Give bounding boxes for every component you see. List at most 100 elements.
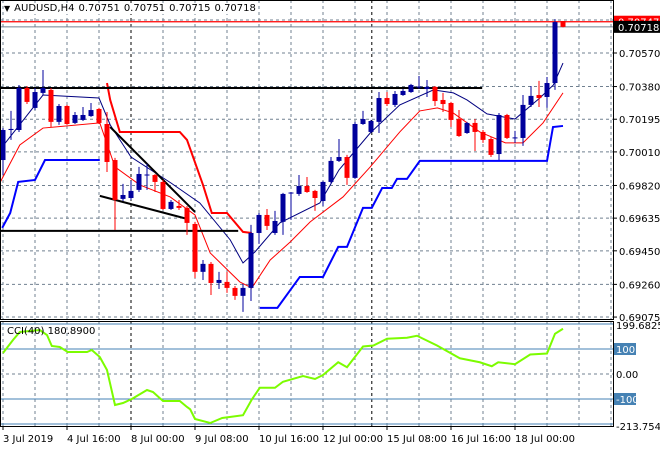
price-tick-label: 0.70570 <box>619 49 660 60</box>
candle <box>48 87 54 127</box>
time-tick-label: 3 Jul 2019 <box>3 434 53 445</box>
candle-body <box>56 105 62 122</box>
candle-body <box>528 95 534 105</box>
candle <box>216 271 222 289</box>
high-value: 0.70751 <box>123 3 166 14</box>
cci-line <box>2 327 564 425</box>
channel-upper-line <box>106 82 252 234</box>
candle <box>88 102 94 117</box>
candle-body <box>248 232 254 288</box>
candle <box>344 154 350 185</box>
candle-body <box>440 99 446 105</box>
candle-body <box>448 102 454 120</box>
price-tick-label: 0.69450 <box>619 247 660 258</box>
bid-price-label: 0.70718 <box>618 23 659 34</box>
price-tick-label: 0.69260 <box>619 280 660 291</box>
candle <box>152 173 158 193</box>
candle-body <box>424 86 430 90</box>
candle <box>544 77 550 108</box>
candle-body <box>368 120 374 132</box>
candle-body <box>232 287 238 296</box>
candle-body <box>360 119 366 124</box>
candle-body <box>408 84 414 93</box>
candle-body <box>320 181 326 202</box>
candle-body <box>24 87 30 102</box>
candle-body <box>160 181 166 209</box>
candle-body <box>216 279 222 283</box>
candle-body <box>0 130 6 161</box>
candle <box>144 163 150 190</box>
candle <box>528 86 534 108</box>
candle <box>328 157 334 184</box>
candle <box>384 92 390 106</box>
candle <box>408 83 414 93</box>
candle-body <box>296 185 302 194</box>
candle-body <box>240 287 246 296</box>
candle-body <box>304 185 310 193</box>
candle <box>312 189 318 211</box>
candle <box>272 210 278 235</box>
candle <box>40 69 46 96</box>
price-tick-label: 0.70195 <box>619 115 660 126</box>
candle <box>240 283 246 312</box>
candle <box>512 130 518 143</box>
candle-body <box>272 220 278 233</box>
candle <box>336 139 342 162</box>
candle <box>256 213 262 244</box>
candle <box>120 183 126 202</box>
candle <box>424 80 430 97</box>
candle-body <box>336 157 342 161</box>
candle-body <box>544 83 550 97</box>
triangle-down-icon[interactable]: ▼ <box>4 4 10 13</box>
candle-body <box>560 21 566 27</box>
candle <box>400 89 406 96</box>
candle <box>208 261 214 295</box>
candle <box>416 75 422 90</box>
candle-body <box>104 123 110 162</box>
candle <box>432 86 438 106</box>
candle-body <box>80 114 86 120</box>
candle-body <box>536 95 542 99</box>
candle <box>32 87 38 111</box>
symbol-label: AUDUSD,H4 <box>14 3 75 14</box>
time-tick-label: 4 Jul 16:00 <box>67 434 121 445</box>
candle <box>552 19 558 90</box>
ma-fast-line <box>0 62 564 264</box>
price-tick-label: 0.69635 <box>619 214 660 225</box>
candle <box>448 101 454 127</box>
candle-body <box>504 114 510 138</box>
candle-body <box>152 175 158 182</box>
candle-body <box>472 122 478 132</box>
candle-body <box>64 105 70 124</box>
candle <box>96 107 102 124</box>
candle-body <box>144 174 150 176</box>
candle-body <box>8 128 14 131</box>
candle <box>496 113 502 161</box>
candle-body <box>72 114 78 123</box>
candle-body <box>32 92 38 108</box>
candle-body <box>112 160 118 200</box>
candle <box>304 176 310 193</box>
candle-body <box>512 137 518 139</box>
candle <box>464 121 470 134</box>
time-tick-label: 16 Jul 16:00 <box>451 434 511 445</box>
candle <box>128 180 134 200</box>
candle <box>488 136 494 158</box>
candle <box>360 110 366 125</box>
candle-body <box>400 90 406 96</box>
candle-body <box>224 281 230 288</box>
low-value: 0.70715 <box>169 3 211 14</box>
candle <box>192 221 198 279</box>
chart-canvas: 0.70570 0.70380 0.70195 0.70010 0.69820 0.696… <box>0 0 660 445</box>
candle <box>536 80 542 108</box>
time-tick-label: 15 Jul 08:00 <box>387 434 447 445</box>
candle-body <box>88 110 94 117</box>
candle <box>352 121 358 179</box>
candle <box>504 113 510 140</box>
candle-body <box>488 139 494 155</box>
open-value: 0.70751 <box>78 3 120 14</box>
candle <box>136 166 142 193</box>
cci-axis-label: -100 <box>616 395 639 406</box>
cci-axis-label: -213.7544 <box>616 422 660 433</box>
price-tick-label: 0.70380 <box>619 83 660 94</box>
